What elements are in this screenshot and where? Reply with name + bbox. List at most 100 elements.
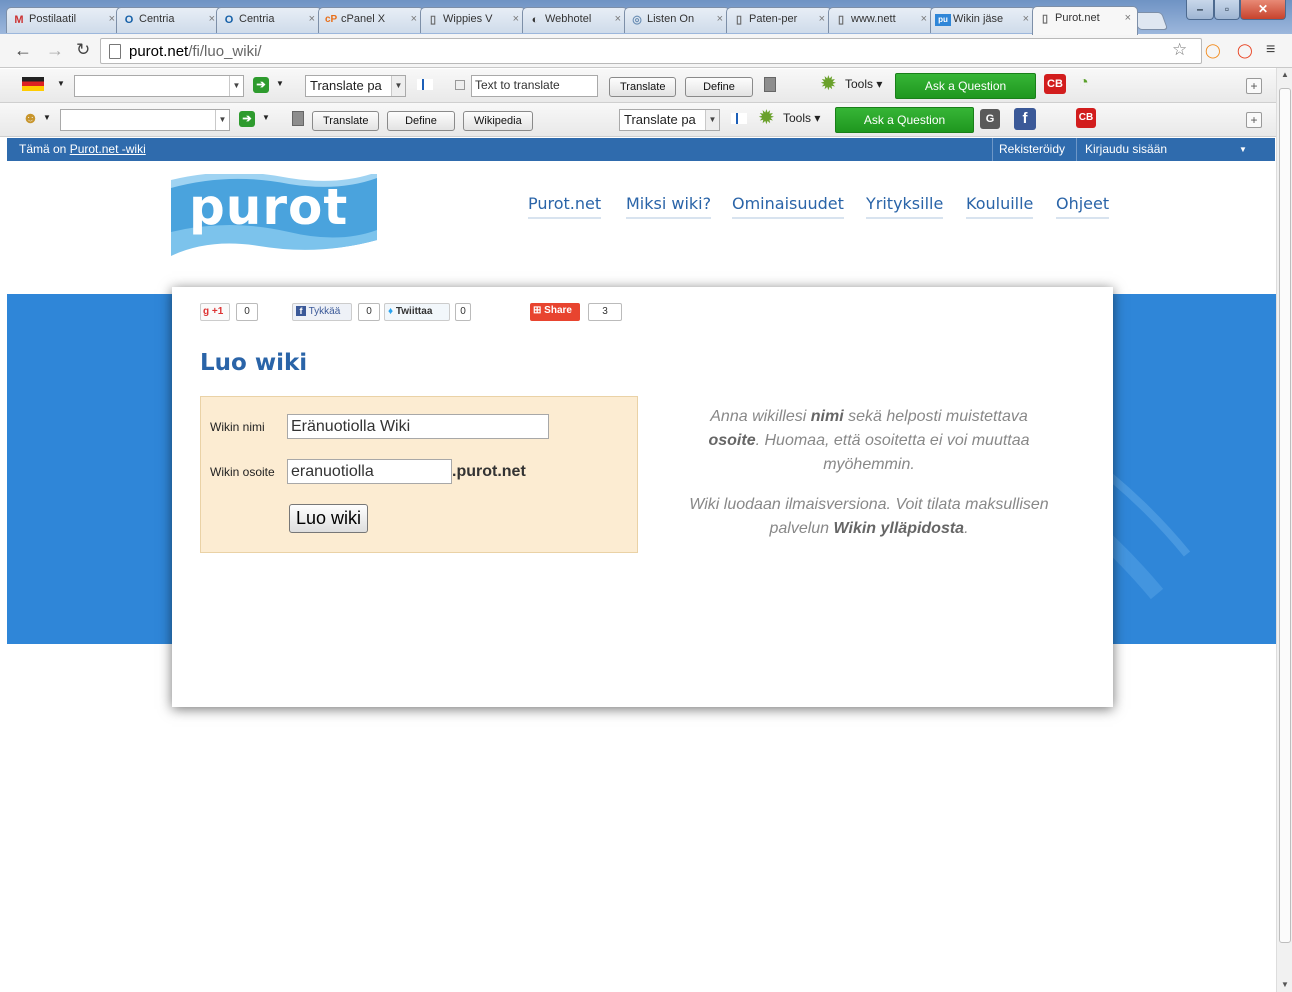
translation-toolbar-1: ▼ ▼ ➔ ▼ Translate pa ▼ Text to translate … [0, 69, 1292, 103]
chevron-down-icon[interactable]: ▼ [57, 79, 65, 88]
tab-centria-1[interactable]: O Centria × [116, 7, 222, 33]
nav-yrityksille[interactable]: Yrityksille [866, 194, 944, 219]
text-to-translate-input[interactable]: Text to translate [471, 75, 598, 97]
add-toolbar-icon[interactable]: + [1246, 78, 1262, 94]
nav-kouluille[interactable]: Kouluille [966, 194, 1034, 219]
back-arrow-icon[interactable]: ← [14, 40, 32, 60]
tab-label: www.nett [851, 13, 896, 25]
translate-page-select[interactable]: Translate pa ▼ [619, 109, 720, 131]
scroll-up-icon[interactable]: ▲ [1281, 70, 1289, 79]
purot-icon: pu [935, 14, 951, 26]
add-toolbar-icon[interactable]: + [1246, 112, 1262, 128]
translate-button[interactable]: Translate [312, 111, 380, 131]
flag-fi-icon[interactable] [731, 113, 747, 124]
calculator-icon[interactable] [292, 111, 304, 126]
close-icon[interactable]: × [513, 13, 519, 25]
share-button[interactable]: ⊞ Share [530, 303, 580, 321]
cpanel-icon: cP [325, 14, 338, 25]
close-icon[interactable]: × [411, 13, 417, 25]
flag-de-icon[interactable] [22, 77, 44, 91]
tab-paten[interactable]: ▯ Paten-per × [726, 7, 832, 33]
close-icon[interactable]: × [921, 13, 927, 25]
nav-miksi-wiki[interactable]: Miksi wiki? [626, 194, 712, 219]
vertical-scrollbar[interactable]: ▲ ▼ [1276, 68, 1292, 992]
go-arrow-icon[interactable]: ➔ [239, 111, 255, 127]
reload-icon[interactable]: ↻ [76, 40, 90, 60]
purot-wiki-link[interactable]: Purot.net -wiki [70, 142, 146, 156]
close-icon[interactable]: × [309, 13, 315, 25]
forward-arrow-icon[interactable]: → [46, 40, 64, 60]
translator-mascot-icon[interactable]: ☻ [22, 110, 39, 128]
tweet-button[interactable]: ♦ Twiittaa [384, 303, 450, 321]
close-icon[interactable]: × [109, 13, 115, 25]
close-icon[interactable]: × [1023, 13, 1029, 25]
wiki-address-input[interactable] [287, 459, 452, 484]
help-paragraph-2: Wiki luodaan ilmaisversiona. Voit tilata… [687, 493, 1051, 541]
gplus-button[interactable]: g +1 [200, 303, 230, 321]
wikipedia-button[interactable]: Wikipedia [463, 111, 533, 131]
close-icon[interactable]: × [1125, 12, 1131, 24]
chevron-down-icon[interactable]: ▼ [262, 113, 270, 122]
chevron-down-icon[interactable]: ▼ [276, 79, 284, 88]
extension-ring-icon[interactable]: ◯ [1205, 40, 1221, 60]
tab-purot-net-active[interactable]: ▯ Purot.net × [1032, 6, 1138, 35]
tab-centria-2[interactable]: O Centria × [216, 7, 322, 33]
go-arrow-icon[interactable]: ➔ [253, 77, 269, 93]
tools-menu[interactable]: Tools ▾ [783, 111, 820, 125]
wiki-name-input[interactable] [287, 414, 549, 439]
close-icon[interactable]: × [819, 13, 825, 25]
login-link[interactable]: Kirjaudu sisään [1085, 142, 1167, 156]
tab-webhotel[interactable]: ◐ Webhotel × [522, 7, 628, 33]
tab-listen-on[interactable]: ◎ Listen On × [624, 7, 730, 33]
chevron-down-icon[interactable]: ▼ [1239, 145, 1247, 154]
define-button[interactable]: Define [685, 77, 753, 97]
url-path: /fi/luo_wiki/ [188, 43, 262, 60]
tab-wikin-jase[interactable]: pu Wikin jäse × [930, 7, 1036, 33]
nav-purot-net[interactable]: Purot.net [528, 194, 602, 219]
tools-menu[interactable]: Tools ▾ [845, 77, 882, 91]
calculator-icon[interactable] [764, 77, 776, 92]
create-wiki-button[interactable]: Luo wiki [289, 504, 369, 533]
maximize-icon[interactable]: ▫ [1214, 0, 1240, 20]
menu-icon[interactable]: ≡ [1266, 40, 1275, 60]
facebook-icon[interactable]: f [1014, 108, 1036, 130]
tab-wippies[interactable]: ▯ Wippies V × [420, 7, 526, 33]
coupon-tag-icon[interactable]: ◔ [1079, 74, 1089, 92]
purot-logo[interactable]: purot [169, 172, 379, 258]
close-icon[interactable]: × [209, 13, 215, 25]
flag-fi-icon[interactable] [417, 79, 433, 90]
page-icon: ▯ [1041, 13, 1049, 25]
ask-question-button[interactable]: Ask a Question [835, 107, 974, 133]
tweet-label: Twiittaa [395, 306, 433, 317]
g-icon[interactable]: G [980, 109, 1000, 129]
extension-ring-icon[interactable]: ◯ [1237, 40, 1253, 60]
window-close-icon[interactable]: ✕ [1240, 0, 1286, 20]
gmail-icon: M [14, 14, 24, 26]
close-icon[interactable]: × [615, 13, 621, 25]
chevron-down-icon[interactable]: ▼ [43, 113, 51, 122]
bookmark-star-icon[interactable]: ☆ [1172, 40, 1187, 60]
share-label: Share [544, 305, 572, 316]
address-bar[interactable]: purot.net/fi/luo_wiki/ [100, 38, 1202, 64]
facebook-like-button[interactable]: f Tykkää [292, 303, 352, 321]
register-link[interactable]: Rekisteröidy [999, 142, 1065, 156]
ask-question-button[interactable]: Ask a Question [895, 73, 1036, 99]
language-select[interactable]: ▼ [74, 75, 244, 97]
tab-cpanel[interactable]: cP cPanel X × [318, 7, 424, 33]
translate-button[interactable]: Translate [609, 77, 677, 97]
scroll-down-icon[interactable]: ▼ [1281, 980, 1289, 989]
nav-ominaisuudet[interactable]: Ominaisuudet [732, 194, 844, 219]
tab-gmail[interactable]: M Postilaatil × [6, 7, 122, 33]
minimize-icon[interactable]: – [1186, 0, 1214, 20]
translate-page-select[interactable]: Translate pa ▼ [305, 75, 406, 97]
define-button[interactable]: Define [387, 111, 455, 131]
gear-icon[interactable]: ✹ [820, 74, 837, 94]
gear-icon[interactable]: ✹ [758, 108, 775, 128]
scrollbar-thumb[interactable] [1279, 88, 1291, 943]
nav-ohjeet[interactable]: Ohjeet [1056, 194, 1110, 219]
cb-icon[interactable]: CB [1076, 108, 1096, 128]
cb-icon[interactable]: CB [1044, 74, 1066, 94]
language-select[interactable]: ▼ [60, 109, 230, 131]
tab-www-nett[interactable]: ▯ www.nett × [828, 7, 934, 33]
close-icon[interactable]: × [717, 13, 723, 25]
